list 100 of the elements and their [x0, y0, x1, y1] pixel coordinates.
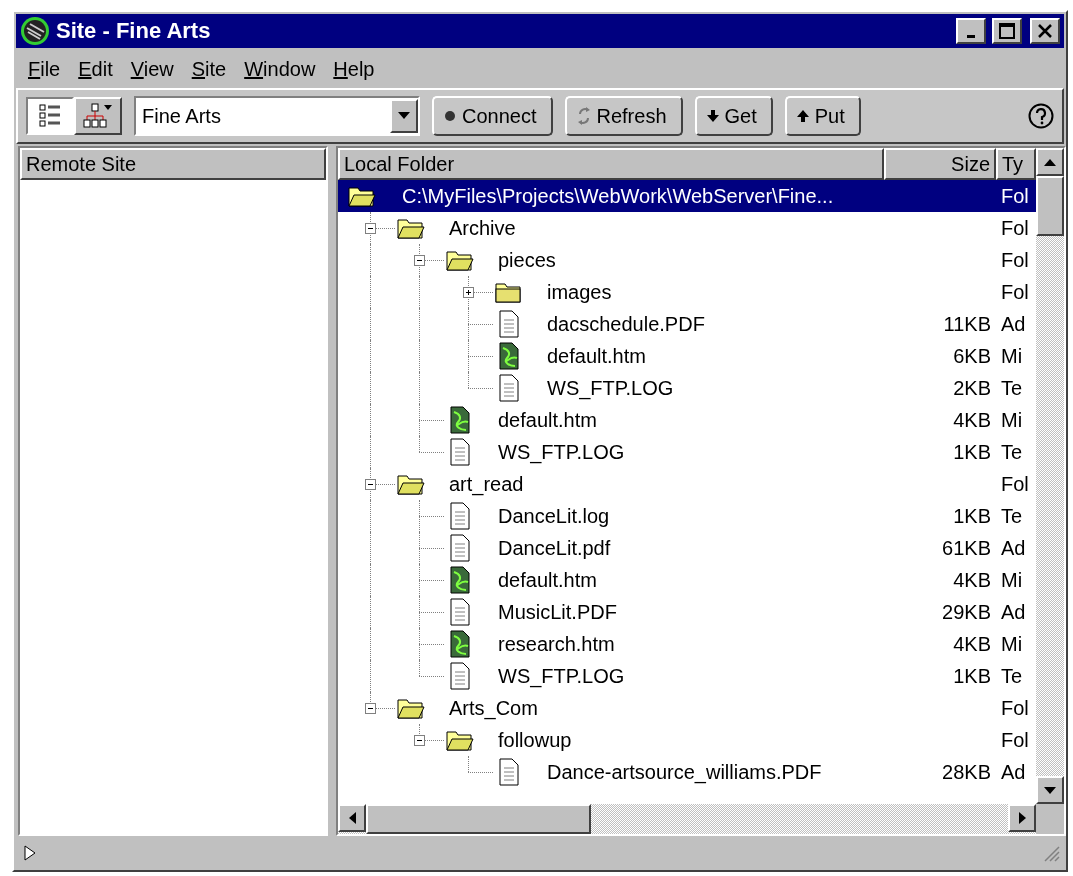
- tree-row[interactable]: default.htm 4KB Mi: [338, 404, 1036, 436]
- tree-row[interactable]: Archive Fol: [338, 212, 1036, 244]
- list-view-button[interactable]: [26, 97, 74, 135]
- open-folder-icon: [446, 728, 474, 752]
- menu-item[interactable]: Site: [183, 55, 235, 83]
- expand-arrow-icon[interactable]: [24, 845, 36, 861]
- menu-item[interactable]: File: [20, 55, 69, 83]
- collapse-icon[interactable]: [414, 735, 425, 746]
- app-logo-icon: [20, 16, 50, 46]
- file-size: 28KB: [941, 760, 992, 784]
- collapse-icon[interactable]: [414, 255, 425, 266]
- tree-row[interactable]: WS_FTP.LOG 2KB Te: [338, 372, 1036, 404]
- tree-row[interactable]: pieces Fol: [338, 244, 1036, 276]
- file-size: 4KB: [952, 632, 992, 656]
- tree-row[interactable]: followup Fol: [338, 724, 1036, 756]
- collapse-icon[interactable]: [365, 703, 376, 714]
- file-type: Fol: [1000, 696, 1030, 720]
- file-type: Fol: [1000, 184, 1030, 208]
- column-header[interactable]: Remote Site: [20, 148, 326, 180]
- tree-row[interactable]: C:\MyFiles\Projects\WebWork\WebServer\Fine... Fol: [338, 180, 1036, 212]
- file-name: Archive: [449, 216, 517, 240]
- open-folder-icon: [397, 696, 425, 720]
- tree-row[interactable]: images Fol: [338, 276, 1036, 308]
- file-size: 1KB: [952, 504, 992, 528]
- file-type: Ad: [1000, 760, 1027, 784]
- connect-button[interactable]: Connect: [432, 96, 553, 136]
- tree-row[interactable]: dacschedule.PDF 11KB Ad: [338, 308, 1036, 340]
- file-size: 4KB: [952, 568, 992, 592]
- scroll-left-button[interactable]: [338, 804, 366, 832]
- file-type: Fol: [1000, 472, 1030, 496]
- file-size: 6KB: [952, 344, 992, 368]
- tree-row[interactable]: default.htm 4KB Mi: [338, 564, 1036, 596]
- caret-icon: [398, 112, 410, 120]
- scroll-right-button[interactable]: [1008, 804, 1036, 832]
- file-name: default.htm: [498, 568, 598, 592]
- put-button[interactable]: Put: [784, 96, 861, 136]
- file-name: default.htm: [498, 408, 598, 432]
- file-name: art_read: [449, 472, 525, 496]
- scroll-up-button[interactable]: [1036, 148, 1064, 176]
- file-size: 11KB: [942, 312, 992, 336]
- help-button[interactable]: [1028, 103, 1054, 129]
- file-type: Mi: [1000, 632, 1024, 656]
- file-size: 2KB: [952, 376, 992, 400]
- dropdown-arrow-button[interactable]: [390, 99, 418, 133]
- minimize-icon: [967, 34, 975, 38]
- tree-row[interactable]: WS_FTP.LOG 1KB Te: [338, 660, 1036, 692]
- scrollbar-corner: [1036, 804, 1064, 834]
- menu-item[interactable]: Edit: [70, 55, 121, 83]
- file-size: 61KB: [941, 536, 992, 560]
- maximize-icon: [999, 23, 1015, 39]
- scroll-thumb[interactable]: [366, 804, 591, 834]
- down-arrow-icon: [1044, 786, 1056, 794]
- file-type: Te: [1000, 504, 1024, 528]
- site-dropdown[interactable]: Fine Arts: [134, 96, 420, 136]
- resize-grip-icon[interactable]: [1042, 844, 1060, 862]
- minimize-button[interactable]: [956, 18, 986, 44]
- horizontal-scrollbar[interactable]: [338, 804, 1036, 834]
- close-button[interactable]: [1030, 18, 1060, 44]
- menu-item[interactable]: Window: [236, 55, 324, 83]
- get-button[interactable]: Get: [694, 96, 773, 136]
- tree-row[interactable]: DanceLit.log 1KB Te: [338, 500, 1036, 532]
- scroll-down-button[interactable]: [1036, 776, 1064, 804]
- tree-view-button[interactable]: [74, 97, 122, 135]
- menu-item[interactable]: View: [122, 55, 182, 83]
- close-icon: [1037, 23, 1053, 39]
- file-type: Te: [1000, 440, 1024, 464]
- open-folder-icon: [397, 216, 425, 240]
- tree-row[interactable]: Dance-artsource_williams.PDF 28KB Ad: [338, 756, 1036, 788]
- maximize-button[interactable]: [992, 18, 1022, 44]
- file-size: 4KB: [952, 408, 992, 432]
- tree-row[interactable]: research.htm 4KB Mi: [338, 628, 1036, 660]
- file-type: Fol: [1000, 248, 1030, 272]
- up-arrow-icon: [796, 110, 809, 122]
- scroll-thumb[interactable]: [1036, 176, 1064, 236]
- tree-row[interactable]: MusicLit.PDF 29KB Ad: [338, 596, 1036, 628]
- file-type: Mi: [1000, 568, 1024, 592]
- file-type: Fol: [1000, 280, 1030, 304]
- expand-icon[interactable]: [463, 287, 474, 298]
- file-type: Ad: [1000, 536, 1027, 560]
- column-header[interactable]: Local Folder: [338, 148, 884, 180]
- collapse-icon[interactable]: [365, 479, 376, 490]
- tree-row[interactable]: default.htm 6KB Mi: [338, 340, 1036, 372]
- open-folder-icon: [397, 472, 425, 496]
- file-type: Te: [1000, 376, 1024, 400]
- column-header[interactable]: Ty: [996, 148, 1036, 180]
- menu-item[interactable]: Help: [325, 55, 383, 83]
- file-name: dacschedule.PDF: [547, 312, 706, 336]
- down-arrow-icon: [706, 110, 719, 122]
- file-name: images: [547, 280, 613, 304]
- tree-row[interactable]: DanceLit.pdf 61KB Ad: [338, 532, 1036, 564]
- tree-row[interactable]: Arts_Com Fol: [338, 692, 1036, 724]
- file-size: 1KB: [952, 664, 992, 688]
- collapse-icon[interactable]: [365, 223, 376, 234]
- file-name: Dance-artsource_williams.PDF: [547, 760, 823, 784]
- refresh-button[interactable]: Refresh: [564, 96, 683, 136]
- vertical-scrollbar[interactable]: [1036, 148, 1064, 804]
- tree-row[interactable]: art_read Fol: [338, 468, 1036, 500]
- tree-row[interactable]: WS_FTP.LOG 1KB Te: [338, 436, 1036, 468]
- column-header[interactable]: Size: [884, 148, 996, 180]
- right-arrow-icon: [1018, 812, 1026, 824]
